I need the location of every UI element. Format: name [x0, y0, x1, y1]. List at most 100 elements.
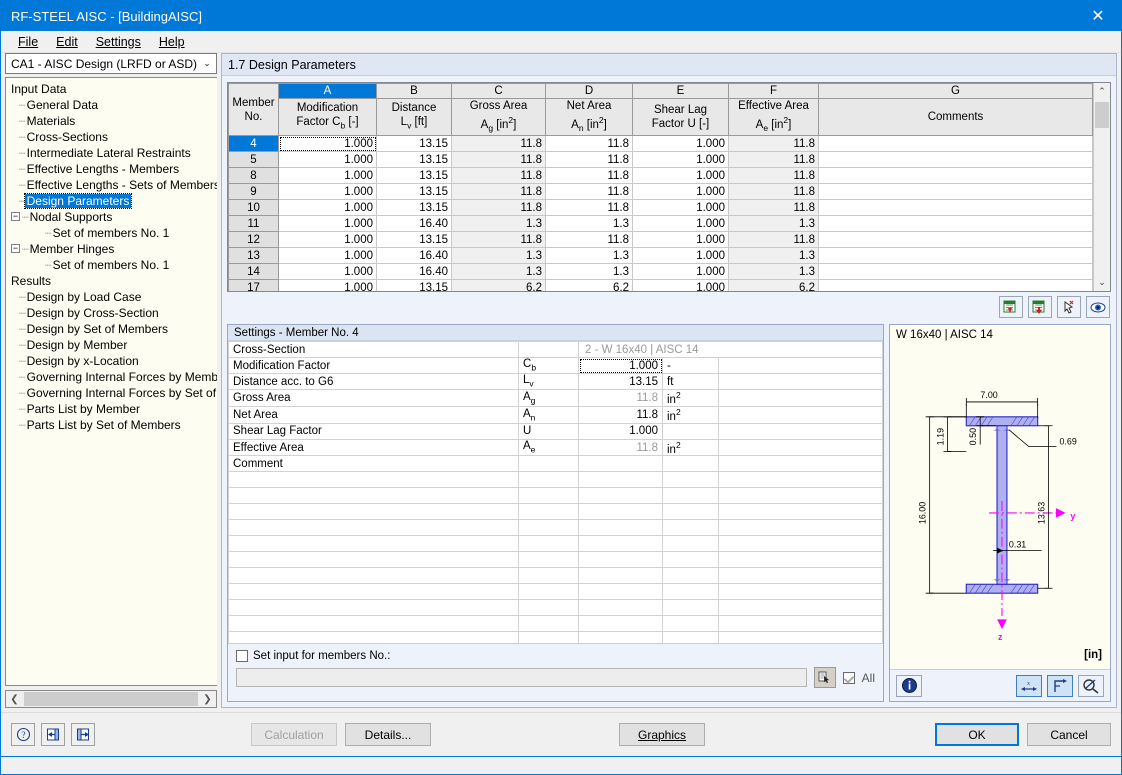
- menu-item-help[interactable]: Help: [150, 33, 194, 51]
- grid-cell-comment[interactable]: [819, 184, 1093, 200]
- tree-item-design-parameters[interactable]: ┈Design Parameters: [9, 193, 217, 209]
- grid-cell-u[interactable]: 1.000: [633, 232, 729, 248]
- menu-item-settings[interactable]: Settings: [87, 33, 150, 51]
- grid-cell-ae[interactable]: 11.8: [729, 168, 819, 184]
- grid-cell-an[interactable]: 11.8: [546, 136, 633, 152]
- table-row[interactable]: 9 1.000 13.15 11.8 11.8 1.000 11.8: [229, 184, 1093, 200]
- grid-cell-member-no[interactable]: 8: [229, 168, 279, 184]
- grid-cell-cb[interactable]: 1.000: [279, 280, 377, 291]
- grid-cell-an[interactable]: 11.8: [546, 232, 633, 248]
- grid-cell-u[interactable]: 1.000: [633, 248, 729, 264]
- tree-item-intermediate-lateral-restraints[interactable]: ┈Intermediate Lateral Restraints: [9, 145, 217, 161]
- ok-button[interactable]: OK: [935, 723, 1019, 746]
- pick-members-icon[interactable]: [814, 667, 836, 688]
- table-row[interactable]: 12 1.000 13.15 11.8 11.8 1.000 11.8: [229, 232, 1093, 248]
- grid-cell-lv[interactable]: 16.40: [377, 248, 452, 264]
- tree-group-results[interactable]: Results: [9, 273, 217, 289]
- grid-cell-lv[interactable]: 13.15: [377, 200, 452, 216]
- grid-cell-u[interactable]: 1.000: [633, 184, 729, 200]
- table-row[interactable]: 13 1.000 16.40 1.3 1.3 1.000 1.3: [229, 248, 1093, 264]
- scroll-left-icon[interactable]: ❮: [6, 694, 23, 705]
- grid-vertical-scrollbar[interactable]: ⌃ ⌄: [1093, 83, 1110, 291]
- grid-cell-cb[interactable]: 1.000: [279, 248, 377, 264]
- collapse-icon[interactable]: −: [11, 244, 20, 253]
- grid-cell-lv[interactable]: 13.15: [377, 152, 452, 168]
- tree-item-governing-forces-by-member[interactable]: ┈Governing Internal Forces by Member: [9, 369, 217, 385]
- tree-item-parts-list-by-member[interactable]: ┈Parts List by Member: [9, 401, 217, 417]
- grid-cell-lv[interactable]: 13.15: [377, 184, 452, 200]
- grid-cell-member-no[interactable]: 4: [229, 136, 279, 152]
- tree-item-design-by-x-location[interactable]: ┈Design by x-Location: [9, 353, 217, 369]
- next-module-icon[interactable]: [71, 723, 95, 746]
- grid-col-letter-a[interactable]: A: [279, 84, 377, 99]
- grid-cell-comment[interactable]: [819, 280, 1093, 291]
- grid-cell-cb[interactable]: 1.000: [279, 232, 377, 248]
- scroll-up-icon[interactable]: ⌃: [1094, 83, 1110, 100]
- grid-cell-member-no[interactable]: 12: [229, 232, 279, 248]
- grid-cell-ae[interactable]: 11.8: [729, 200, 819, 216]
- scrollbar-track[interactable]: [1094, 100, 1110, 274]
- grid-cell-ae[interactable]: 1.3: [729, 216, 819, 232]
- settings-value-lv[interactable]: 13.15: [579, 374, 663, 390]
- grid-cell-ag[interactable]: 11.8: [452, 168, 546, 184]
- table-row[interactable]: 11 1.000 16.40 1.3 1.3 1.000 1.3: [229, 216, 1093, 232]
- export-to-excel-icon[interactable]: [1028, 296, 1052, 318]
- settings-row-effective-area[interactable]: Effective Area Ae 11.8 in2: [229, 439, 883, 456]
- grid-cell-member-no[interactable]: 17: [229, 280, 279, 291]
- grid-cell-an[interactable]: 1.3: [546, 248, 633, 264]
- all-checkbox[interactable]: [843, 672, 855, 684]
- grid-cell-comment[interactable]: [819, 264, 1093, 280]
- grid-cell-u[interactable]: 1.000: [633, 136, 729, 152]
- tree-item-cross-sections[interactable]: ┈Cross-Sections: [9, 129, 217, 145]
- grid-col-letter-f[interactable]: F: [729, 84, 819, 99]
- tree-item-member-hinges-set-1[interactable]: ┈Set of members No. 1: [9, 257, 217, 273]
- grid-cell-cb[interactable]: 1.000: [279, 200, 377, 216]
- grid-col-letter-g[interactable]: G: [819, 84, 1093, 99]
- axes-icon[interactable]: [1047, 675, 1073, 697]
- view-mode-icon[interactable]: [1086, 296, 1110, 318]
- grid-cell-ae[interactable]: 1.3: [729, 264, 819, 280]
- grid-cell-u[interactable]: 1.000: [633, 200, 729, 216]
- table-row[interactable]: 8 1.000 13.15 11.8 11.8 1.000 11.8: [229, 168, 1093, 184]
- navigation-tree[interactable]: Input Data ┈General Data ┈Materials ┈Cro…: [5, 77, 217, 686]
- grid-cell-ag[interactable]: 11.8: [452, 136, 546, 152]
- grid-cell-member-no[interactable]: 11: [229, 216, 279, 232]
- set-input-checkbox[interactable]: [236, 650, 248, 662]
- tree-group-input-data[interactable]: Input Data: [9, 81, 217, 97]
- grid-col-letter-b[interactable]: B: [377, 84, 452, 99]
- prev-module-icon[interactable]: [41, 723, 65, 746]
- settings-value-comment[interactable]: [579, 456, 663, 472]
- grid-cell-member-no[interactable]: 14: [229, 264, 279, 280]
- settings-value-an[interactable]: 11.8: [579, 406, 663, 423]
- grid-cell-comment[interactable]: [819, 248, 1093, 264]
- grid-cell-ag[interactable]: 11.8: [452, 200, 546, 216]
- grid-cell-ag[interactable]: 11.8: [452, 152, 546, 168]
- design-parameters-grid[interactable]: Member No. A B C D E F G: [227, 82, 1111, 292]
- grid-col-letter-d[interactable]: D: [546, 84, 633, 99]
- tree-item-parts-list-by-set[interactable]: ┈Parts List by Set of Members: [9, 417, 217, 433]
- grid-cell-ag[interactable]: 11.8: [452, 184, 546, 200]
- grid-header-member-no[interactable]: Member No.: [229, 84, 279, 136]
- grid-cell-lv[interactable]: 13.15: [377, 136, 452, 152]
- grid-cell-member-no[interactable]: 13: [229, 248, 279, 264]
- scrollbar-thumb[interactable]: [1095, 102, 1109, 128]
- grid-cell-u[interactable]: 1.000: [633, 216, 729, 232]
- settings-row-distance[interactable]: Distance acc. to G6 Lv 13.15 ft: [229, 374, 883, 390]
- table-row[interactable]: 10 1.000 13.15 11.8 11.8 1.000 11.8: [229, 200, 1093, 216]
- grid-cell-ae[interactable]: 1.3: [729, 248, 819, 264]
- grid-cell-comment[interactable]: [819, 216, 1093, 232]
- menu-item-file[interactable]: File: [9, 33, 47, 51]
- close-icon[interactable]: ✕: [1075, 1, 1121, 31]
- tree-item-design-by-cross-section[interactable]: ┈Design by Cross-Section: [9, 305, 217, 321]
- grid-cell-cb[interactable]: 1.000: [279, 216, 377, 232]
- dimensions-icon[interactable]: x: [1016, 675, 1042, 697]
- details-button[interactable]: Details...: [345, 723, 431, 746]
- collapse-icon[interactable]: −: [11, 212, 20, 221]
- info-icon[interactable]: [896, 675, 922, 697]
- grid-col-letter-c[interactable]: C: [452, 84, 546, 99]
- table-row[interactable]: 5 1.000 13.15 11.8 11.8 1.000 11.8: [229, 152, 1093, 168]
- grid-cell-comment[interactable]: [819, 200, 1093, 216]
- grid-cell-comment[interactable]: [819, 152, 1093, 168]
- grid-cell-ae[interactable]: 11.8: [729, 184, 819, 200]
- settings-value-u[interactable]: 1.000: [579, 423, 663, 439]
